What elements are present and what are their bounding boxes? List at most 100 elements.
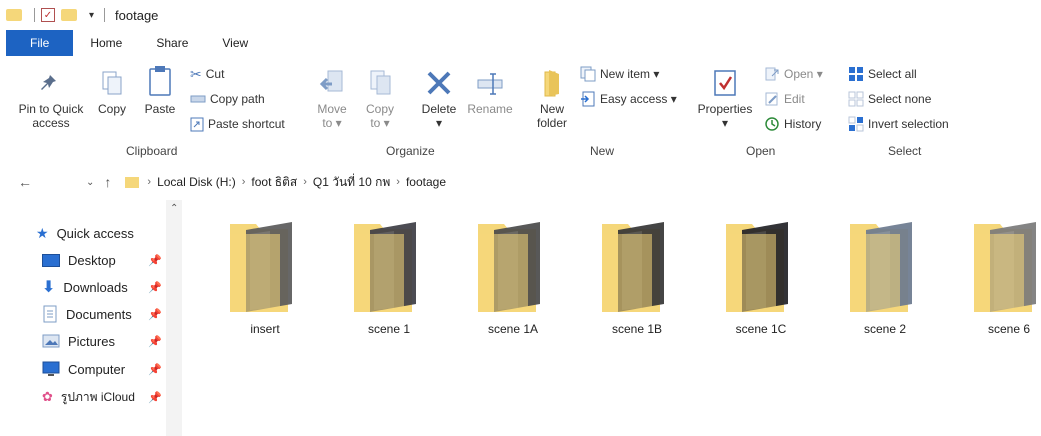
new-folder-button[interactable]: New folder	[530, 68, 574, 130]
nav-item-documents[interactable]: Documents	[42, 303, 132, 325]
pictures-icon	[42, 334, 60, 348]
properties-label: Properties	[697, 102, 753, 116]
delete-x-icon	[427, 71, 451, 95]
folder-thumbnail-icon	[726, 222, 788, 312]
move-to-button[interactable]: Move to ▾	[312, 68, 352, 130]
properties-quick-icon[interactable]: ✓	[41, 8, 55, 22]
move-to-label-line2: to	[322, 116, 333, 130]
pin-icon[interactable]: 📌	[148, 391, 162, 404]
title-bar: ✓ ▾ footage	[0, 0, 1041, 30]
nav-item-desktop[interactable]: Desktop	[42, 249, 116, 271]
tab-file[interactable]: File	[6, 30, 74, 56]
nav-item-downloads[interactable]: ⬇ Downloads	[42, 276, 128, 298]
pin-to-quick-access-button[interactable]: Pin to Quick access	[12, 68, 90, 130]
pin-label-line2: access	[32, 116, 70, 130]
pin-icon[interactable]: 📌	[148, 254, 162, 267]
paste-shortcut-button[interactable]: Paste shortcut	[190, 114, 285, 134]
folder-name: scene 6	[987, 322, 1031, 336]
select-none-label: Select none	[868, 92, 932, 106]
recent-locations-chevron-icon[interactable]: ⌄	[86, 177, 94, 188]
nav-quick-access[interactable]: ★ Quick access	[36, 222, 134, 244]
move-to-label-line1: Move	[317, 102, 347, 116]
breadcrumb-foot[interactable]: foot ธิติส	[251, 173, 297, 192]
folder-thumbnail-icon	[602, 222, 664, 312]
folder-item[interactable]: scene 1	[334, 220, 444, 336]
tab-view[interactable]: View	[205, 30, 265, 56]
ribbon: Pin to Quick access Copy Paste ✂ Cut Cop…	[0, 58, 1041, 166]
select-all-icon	[849, 67, 863, 81]
tab-share[interactable]: Share	[139, 30, 205, 56]
select-none-button[interactable]: Select none	[848, 89, 931, 109]
breadcrumb-footage[interactable]: footage	[406, 175, 446, 189]
edit-icon	[765, 92, 778, 106]
copy-button[interactable]: Copy	[94, 68, 130, 116]
folder-item[interactable]: scene 1A	[458, 220, 568, 336]
pin-icon[interactable]: 📌	[148, 363, 162, 376]
window-title: footage	[115, 7, 159, 23]
pin-icon[interactable]: 📌	[148, 335, 162, 348]
new-folder-quick-icon[interactable]	[61, 9, 77, 21]
move-to-icon	[319, 70, 343, 92]
up-arrow-icon[interactable]: ↑	[104, 174, 111, 190]
pin-label-line1: Pin to Quick	[18, 102, 84, 116]
new-folder-label-line1: New	[539, 102, 564, 116]
easy-access-button[interactable]: Easy access ▾	[580, 89, 677, 109]
pin-icon[interactable]: 📌	[148, 281, 162, 294]
copy-path-button[interactable]: Copy path	[190, 89, 265, 109]
open-group-label: Open	[746, 144, 776, 158]
organize-group-label: Organize	[386, 144, 435, 158]
scissors-icon: ✂	[190, 65, 202, 82]
folder-name: scene 1A	[487, 322, 539, 336]
nav-item-pictures[interactable]: Pictures	[42, 330, 115, 352]
back-arrow-icon[interactable]: ←	[18, 174, 32, 190]
cut-button[interactable]: ✂ Cut	[190, 64, 224, 84]
folder-thumbnail-icon	[850, 222, 912, 312]
breadcrumb-separator[interactable]: ›	[303, 176, 307, 188]
rename-icon	[477, 73, 503, 95]
breadcrumb-separator[interactable]: ›	[396, 176, 400, 188]
nav-item-label: Computer	[68, 361, 126, 377]
customize-quick-access-dropdown[interactable]: ▾	[89, 10, 94, 21]
rename-button[interactable]: Rename	[466, 68, 514, 116]
pin-icon	[41, 72, 56, 90]
nav-item-label: Pictures	[68, 333, 115, 349]
computer-icon	[42, 361, 60, 376]
open-button[interactable]: Open ▾	[764, 64, 823, 84]
divider	[34, 8, 35, 22]
properties-button[interactable]: Properties ▾	[694, 68, 756, 130]
new-item-button[interactable]: New item ▾	[580, 64, 659, 84]
tab-home[interactable]: Home	[73, 30, 139, 56]
copy-to-button[interactable]: Copy to ▾	[360, 68, 400, 130]
paste-shortcut-label: Paste shortcut	[208, 117, 285, 131]
quick-access-label: Quick access	[56, 225, 134, 241]
folder-name: scene 2	[863, 322, 907, 336]
delete-button[interactable]: Delete ▾	[416, 68, 462, 130]
folder-item[interactable]: insert	[210, 220, 320, 336]
select-none-icon	[848, 91, 864, 107]
select-all-button[interactable]: Select all	[848, 64, 917, 84]
edit-button[interactable]: Edit	[764, 89, 805, 109]
folder-thumbnail-icon	[974, 222, 1036, 312]
nav-pane-scrollbar[interactable]	[166, 200, 182, 436]
folder-item[interactable]: scene 1C	[706, 220, 816, 336]
nav-item-computer[interactable]: Computer	[42, 358, 125, 380]
pin-icon[interactable]: 📌	[148, 308, 162, 321]
scroll-up-arrow-icon[interactable]: ⌃	[170, 203, 178, 214]
folder-item[interactable]: scene 6	[954, 220, 1041, 336]
open-icon	[765, 67, 779, 81]
breadcrumb-separator[interactable]: ›	[147, 176, 151, 188]
breadcrumb-local-disk[interactable]: Local Disk (H:)	[157, 175, 236, 189]
ribbon-tabs: File Home Share View	[0, 30, 1041, 56]
invert-selection-button[interactable]: Invert selection	[848, 114, 949, 134]
folder-item[interactable]: scene 1B	[582, 220, 692, 336]
breadcrumb-separator[interactable]: ›	[242, 176, 246, 188]
new-folder-label-line2: folder	[536, 116, 568, 130]
history-button[interactable]: History	[764, 114, 821, 134]
folder-item[interactable]: scene 2	[830, 220, 940, 336]
nav-item-icloud-photos[interactable]: ✿ รูปภาพ iCloud	[42, 386, 135, 408]
breadcrumb-q1[interactable]: Q1 วันที่ 10 กพ	[313, 173, 390, 192]
folder-thumbnail-icon	[478, 222, 540, 312]
paste-button[interactable]: Paste	[140, 64, 180, 116]
folder-thumbnail-icon	[354, 222, 416, 312]
desktop-icon	[42, 253, 60, 267]
